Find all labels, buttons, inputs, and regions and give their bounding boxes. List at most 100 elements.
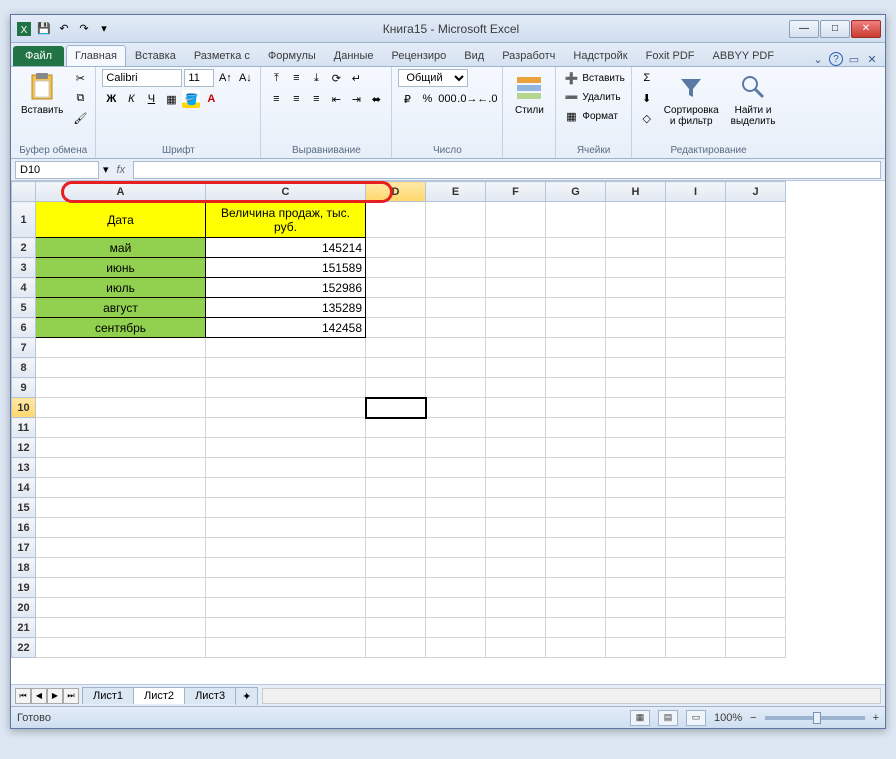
fx-icon[interactable]: fx — [113, 164, 130, 176]
ribbon-tab-9[interactable]: Foxit PDF — [637, 45, 704, 66]
cell-D18[interactable] — [366, 558, 426, 578]
cell-G16[interactable] — [546, 518, 606, 538]
cell-J1[interactable] — [726, 202, 786, 238]
row-header-21[interactable]: 21 — [12, 618, 36, 638]
cell-H16[interactable] — [606, 518, 666, 538]
row-header-11[interactable]: 11 — [12, 418, 36, 438]
row-header-20[interactable]: 20 — [12, 598, 36, 618]
fill-icon[interactable]: ⬇ — [638, 89, 656, 107]
cell-H5[interactable] — [606, 298, 666, 318]
cell-I15[interactable] — [666, 498, 726, 518]
cell-F8[interactable] — [486, 358, 546, 378]
cell-C2[interactable]: 145214 — [206, 238, 366, 258]
cell-J5[interactable] — [726, 298, 786, 318]
cell-I21[interactable] — [666, 618, 726, 638]
cell-J12[interactable] — [726, 438, 786, 458]
cell-I10[interactable] — [666, 398, 726, 418]
cell-A14[interactable] — [36, 478, 206, 498]
cell-F20[interactable] — [486, 598, 546, 618]
bold-icon[interactable]: Ж — [102, 90, 120, 108]
cell-J16[interactable] — [726, 518, 786, 538]
cell-F21[interactable] — [486, 618, 546, 638]
cell-C4[interactable]: 152986 — [206, 278, 366, 298]
cell-G12[interactable] — [546, 438, 606, 458]
cell-I8[interactable] — [666, 358, 726, 378]
column-header-E[interactable]: E — [426, 182, 486, 202]
align-center-icon[interactable]: ≡ — [287, 90, 305, 108]
cell-A16[interactable] — [36, 518, 206, 538]
cell-F14[interactable] — [486, 478, 546, 498]
clear-icon[interactable]: ◇ — [638, 109, 656, 127]
styles-button[interactable]: Стили — [509, 69, 549, 118]
border-icon[interactable]: ▦ — [162, 90, 180, 108]
cell-F4[interactable] — [486, 278, 546, 298]
maximize-button[interactable]: □ — [820, 20, 850, 38]
cell-H11[interactable] — [606, 418, 666, 438]
cell-A7[interactable] — [36, 338, 206, 358]
cell-E10[interactable] — [426, 398, 486, 418]
row-header-6[interactable]: 6 — [12, 318, 36, 338]
cell-C10[interactable] — [206, 398, 366, 418]
italic-icon[interactable]: К — [122, 90, 140, 108]
cell-G20[interactable] — [546, 598, 606, 618]
select-all-corner[interactable] — [12, 182, 36, 202]
cell-H15[interactable] — [606, 498, 666, 518]
cell-J22[interactable] — [726, 638, 786, 658]
ribbon-tab-7[interactable]: Разработч — [493, 45, 564, 66]
align-left-icon[interactable]: ≡ — [267, 90, 285, 108]
sheet-last-icon[interactable]: ⏭ — [63, 688, 79, 704]
row-header-9[interactable]: 9 — [12, 378, 36, 398]
row-header-13[interactable]: 13 — [12, 458, 36, 478]
cell-F10[interactable] — [486, 398, 546, 418]
cell-I4[interactable] — [666, 278, 726, 298]
cell-F11[interactable] — [486, 418, 546, 438]
increase-indent-icon[interactable]: ⇥ — [347, 90, 365, 108]
cell-F17[interactable] — [486, 538, 546, 558]
cell-G7[interactable] — [546, 338, 606, 358]
cell-G6[interactable] — [546, 318, 606, 338]
cell-G5[interactable] — [546, 298, 606, 318]
increase-font-icon[interactable]: A↑ — [216, 69, 234, 87]
cell-F15[interactable] — [486, 498, 546, 518]
cell-A17[interactable] — [36, 538, 206, 558]
align-middle-icon[interactable]: ≡ — [287, 69, 305, 87]
cell-F16[interactable] — [486, 518, 546, 538]
row-header-22[interactable]: 22 — [12, 638, 36, 658]
comma-icon[interactable]: 000 — [438, 90, 456, 108]
cell-H6[interactable] — [606, 318, 666, 338]
wrap-text-icon[interactable]: ↵ — [347, 69, 365, 87]
close-button[interactable]: ✕ — [851, 20, 881, 38]
cell-I6[interactable] — [666, 318, 726, 338]
cell-E8[interactable] — [426, 358, 486, 378]
row-header-3[interactable]: 3 — [12, 258, 36, 278]
column-header-J[interactable]: J — [726, 182, 786, 202]
cell-C1[interactable]: Величина продаж, тыс. руб. — [206, 202, 366, 238]
cell-G18[interactable] — [546, 558, 606, 578]
orientation-icon[interactable]: ⟳ — [327, 69, 345, 87]
cell-F3[interactable] — [486, 258, 546, 278]
cell-G14[interactable] — [546, 478, 606, 498]
cell-A21[interactable] — [36, 618, 206, 638]
cell-I22[interactable] — [666, 638, 726, 658]
redo-icon[interactable]: ↷ — [75, 20, 93, 38]
cell-A22[interactable] — [36, 638, 206, 658]
cell-J9[interactable] — [726, 378, 786, 398]
cell-C9[interactable] — [206, 378, 366, 398]
cell-G10[interactable] — [546, 398, 606, 418]
row-header-19[interactable]: 19 — [12, 578, 36, 598]
decrease-decimal-icon[interactable]: ←.0 — [478, 90, 496, 108]
zoom-slider[interactable] — [765, 716, 865, 720]
cell-G11[interactable] — [546, 418, 606, 438]
cell-I9[interactable] — [666, 378, 726, 398]
formula-input[interactable] — [133, 161, 881, 179]
cell-J4[interactable] — [726, 278, 786, 298]
row-header-1[interactable]: 1 — [12, 202, 36, 238]
font-color-icon[interactable]: A — [202, 90, 220, 108]
cell-F19[interactable] — [486, 578, 546, 598]
row-header-10[interactable]: 10 — [12, 398, 36, 418]
save-icon[interactable]: 💾 — [35, 20, 53, 38]
cell-I7[interactable] — [666, 338, 726, 358]
cell-H8[interactable] — [606, 358, 666, 378]
ribbon-tab-5[interactable]: Рецензиро — [383, 45, 456, 66]
ribbon-tab-1[interactable]: Вставка — [126, 45, 185, 66]
